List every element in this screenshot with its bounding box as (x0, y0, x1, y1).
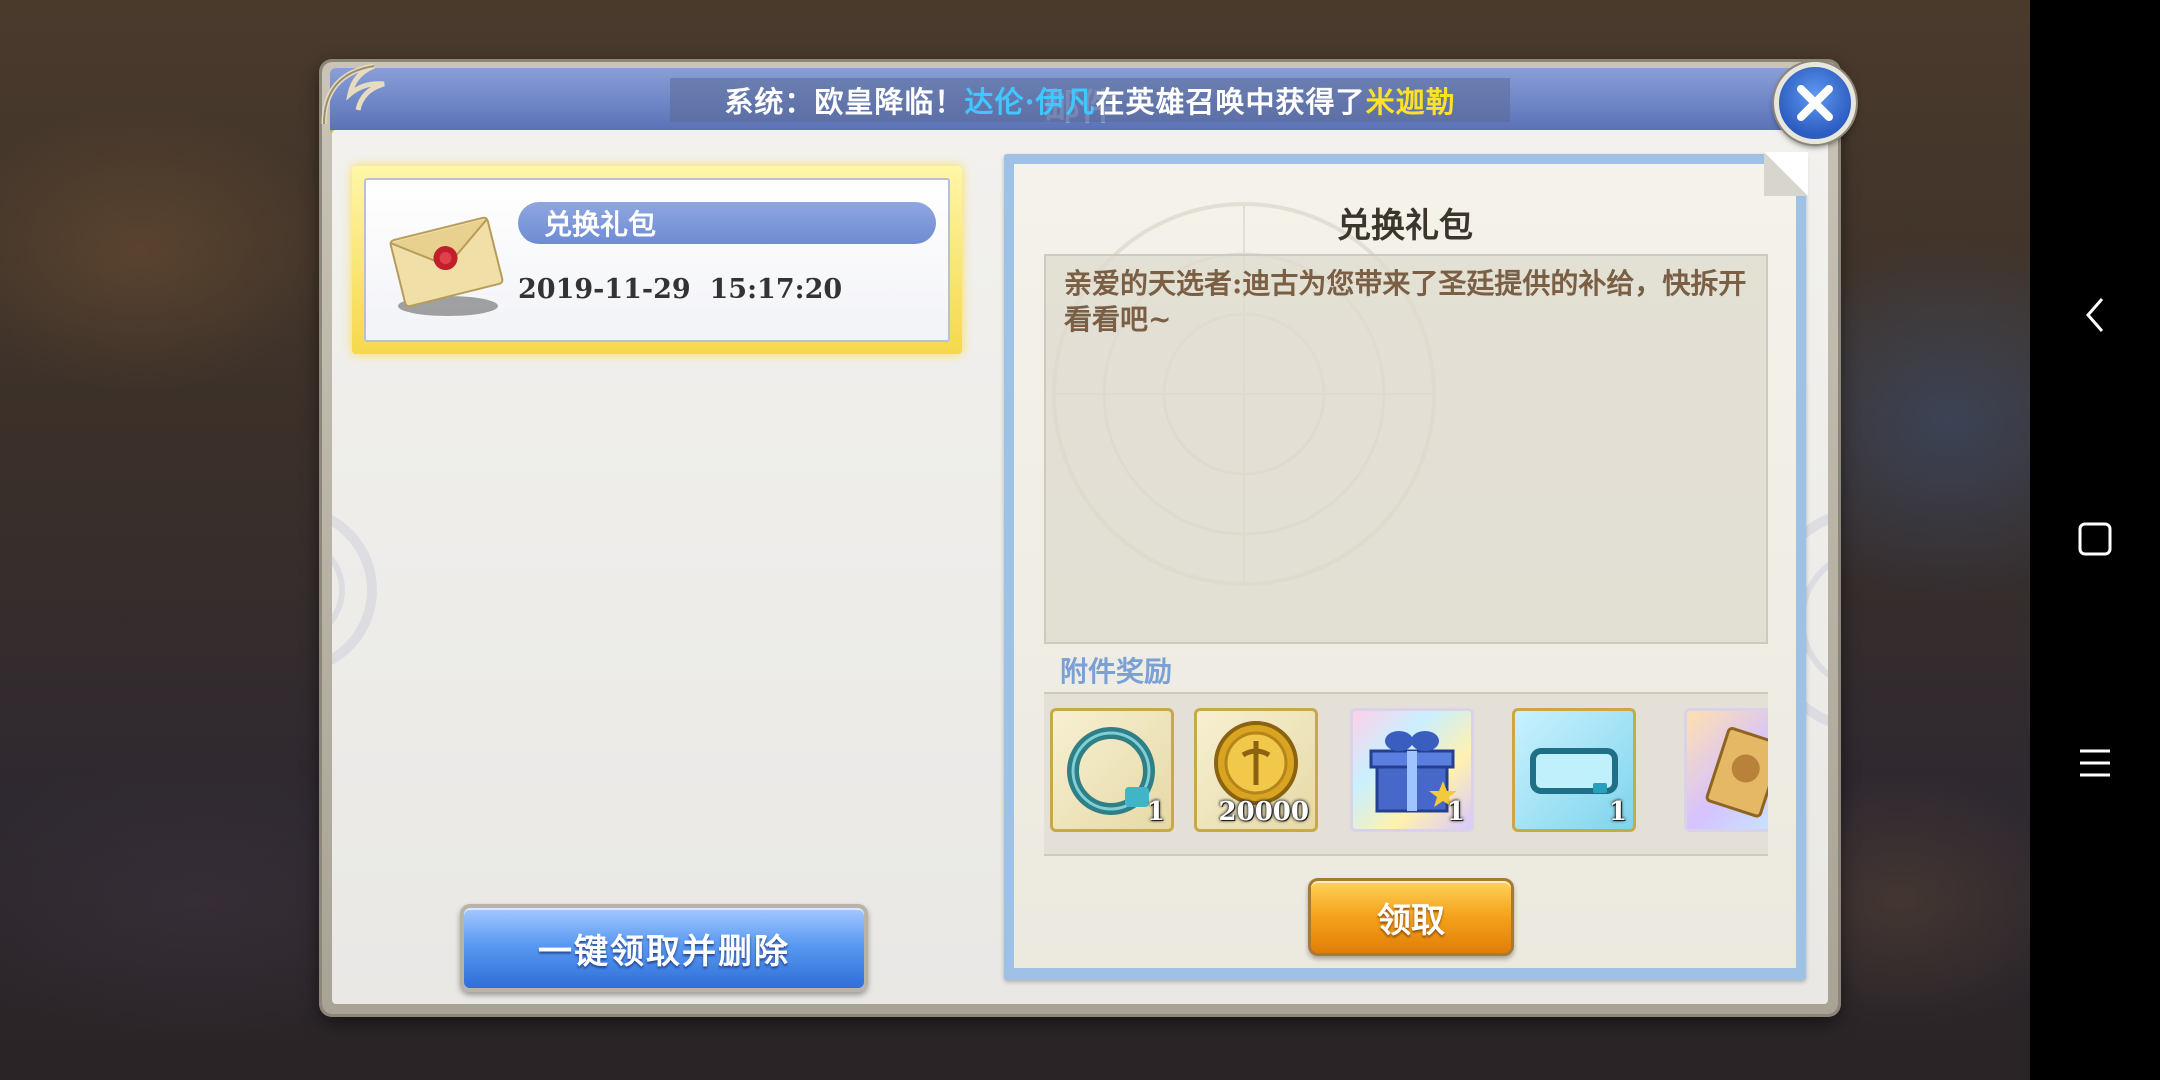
attachments-list[interactable]: 1 20000 1 1 (1044, 692, 1768, 856)
corner-ornament-icon (321, 63, 385, 125)
menu-button[interactable] (2030, 708, 2160, 818)
close-button[interactable] (1774, 62, 1856, 144)
mail-date: 2019-11-29 15:17:20 (518, 274, 843, 305)
attachment-gift[interactable]: 1 (1350, 708, 1474, 832)
claim-all-delete-button[interactable]: 一键领取并删除 (460, 904, 868, 992)
home-button[interactable] (2030, 484, 2160, 594)
attachment-card[interactable] (1684, 708, 1768, 832)
system-broadcast: 系统：欧皇降临！ 达伦·伊凡 在英雄召唤中获得了 米迦勒 (670, 78, 1510, 122)
envelope-icon (389, 216, 504, 316)
back-button[interactable] (2030, 260, 2160, 370)
close-icon (1797, 85, 1833, 121)
menu-icon (2080, 749, 2110, 777)
system-nav-bar (2030, 0, 2160, 1080)
attachment-gold[interactable]: 20000 (1194, 708, 1318, 832)
message-body: 亲爱的天选者:迪古为您带来了圣廷提供的补给，快拆开看看吧~ (1044, 254, 1768, 644)
broadcast-prefix: 系统：欧皇降临！ (724, 85, 965, 119)
attachment-count: 1 (1608, 797, 1627, 827)
attachment-name-card[interactable]: 1 (1512, 708, 1636, 832)
broadcast-player: 达伦·伊凡 (964, 85, 1096, 119)
gear-watermark-icon (332, 515, 377, 665)
broadcast-middle: 在英雄召唤中获得了 (1095, 85, 1366, 119)
message-text: 亲爱的天选者:迪古为您带来了圣廷提供的补给，快拆开看看吧~ (1064, 267, 1747, 336)
back-icon (2086, 298, 2104, 332)
broadcast-hero: 米迦勒 (1365, 85, 1456, 119)
card-icon (1705, 727, 1768, 818)
detail-paper: 兑换礼包 亲爱的天选者:迪古为您带来了圣廷提供的补给，快拆开看看吧~ 附件奖励 … (1014, 164, 1796, 968)
attachment-count: 1 (1146, 797, 1165, 827)
home-icon (2078, 522, 2112, 556)
detail-title: 兑换礼包 (1337, 206, 1473, 246)
mail-list-item[interactable]: 兑换礼包 2019-11-29 15:17:20 (352, 166, 962, 354)
mail-detail-panel: 兑换礼包 亲爱的天选者:迪古为您带来了圣廷提供的补给，快拆开看看吧~ 附件奖励 … (1004, 152, 1808, 980)
mail-card: 兑换礼包 2019-11-29 15:17:20 (364, 178, 950, 342)
attachment-count: 20000 (1218, 797, 1309, 827)
page-fold-icon (1764, 152, 1808, 196)
mail-title: 兑换礼包 (518, 202, 936, 244)
dialog-header: 邮件 系统：欧皇降临！达伦·伊凡在英雄召唤中获得了米迦勒 (330, 68, 1830, 133)
attachments-label: 附件奖励 (1060, 655, 1173, 688)
attachment-ring[interactable]: 1 (1050, 708, 1174, 832)
claim-button[interactable]: 领取 (1308, 878, 1514, 956)
attachment-count: 1 (1446, 797, 1465, 827)
